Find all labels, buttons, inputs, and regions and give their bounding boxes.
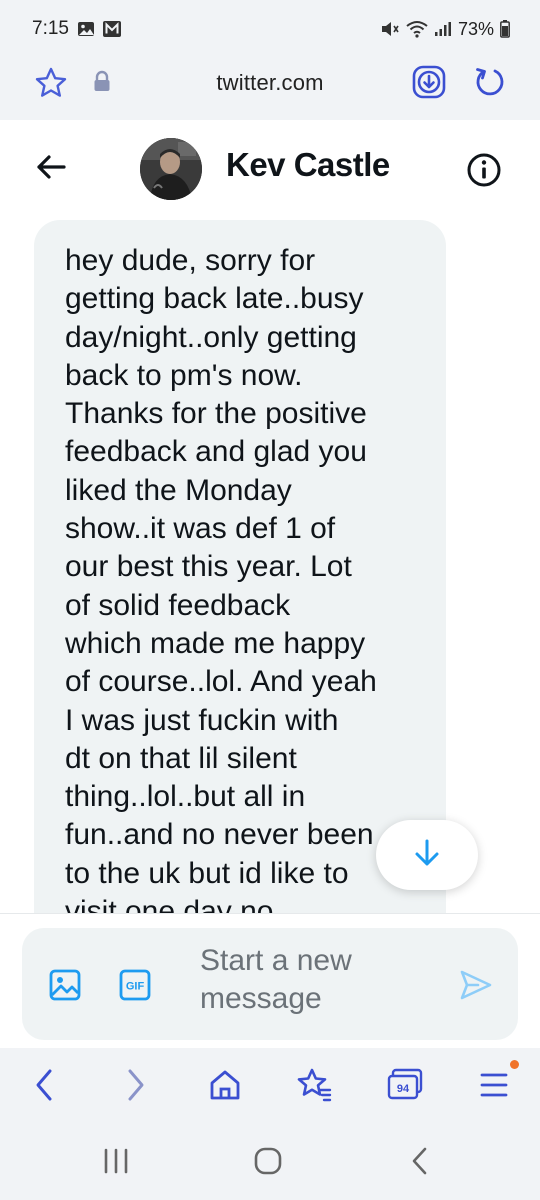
image-icon[interactable] bbox=[48, 968, 82, 1007]
gif-icon[interactable]: GIF bbox=[118, 968, 152, 1007]
download-icon[interactable] bbox=[412, 65, 446, 104]
status-left: 7:15 bbox=[32, 18, 121, 40]
back-icon[interactable] bbox=[30, 1066, 58, 1109]
notification-dot bbox=[510, 1060, 519, 1069]
recents-icon[interactable] bbox=[100, 1146, 132, 1181]
url-text[interactable]: twitter.com bbox=[0, 70, 540, 96]
status-time: 7:15 bbox=[32, 18, 69, 39]
conversation-name[interactable]: Kev Castle bbox=[226, 146, 402, 184]
menu-icon[interactable] bbox=[478, 1066, 510, 1109]
message-input[interactable]: Start a new message bbox=[200, 942, 420, 1018]
back-arrow-icon[interactable] bbox=[34, 150, 68, 189]
conversation-header: Kev Castle bbox=[0, 120, 540, 216]
composer-area: GIF Start a new message bbox=[0, 914, 540, 1048]
send-icon[interactable] bbox=[458, 968, 494, 1007]
signal-icon bbox=[434, 21, 452, 37]
home-circle-icon[interactable] bbox=[252, 1146, 284, 1181]
bookmark-star-icon[interactable] bbox=[296, 1066, 334, 1109]
tabs-icon[interactable]: 94 bbox=[386, 1066, 424, 1109]
avatar[interactable] bbox=[140, 138, 202, 200]
status-right: 73% bbox=[380, 19, 510, 40]
battery-percent: 73% bbox=[457, 18, 494, 39]
m-notification-icon bbox=[102, 21, 121, 37]
android-nav-bar bbox=[0, 1124, 540, 1200]
info-icon[interactable] bbox=[464, 150, 504, 195]
browser-url-bar: twitter.com bbox=[0, 58, 540, 120]
message-list[interactable]: hey dude, sorry for getting back late..b… bbox=[0, 216, 540, 914]
home-icon[interactable] bbox=[208, 1066, 242, 1109]
reload-icon[interactable] bbox=[472, 65, 506, 104]
browser-bottom-nav: 94 bbox=[0, 1048, 540, 1124]
forward-icon[interactable] bbox=[122, 1066, 150, 1109]
mute-icon bbox=[380, 20, 400, 38]
status-bar: 7:15 73% bbox=[0, 0, 540, 58]
arrow-down-icon bbox=[412, 838, 442, 873]
tab-count: 94 bbox=[397, 1083, 410, 1095]
gallery-icon bbox=[77, 21, 95, 37]
message-composer: GIF Start a new message bbox=[22, 928, 518, 1040]
wifi-icon bbox=[406, 20, 428, 38]
system-back-icon[interactable] bbox=[404, 1146, 436, 1181]
scroll-to-bottom-button[interactable] bbox=[376, 820, 478, 890]
battery-icon bbox=[500, 20, 510, 38]
message-bubble[interactable]: hey dude, sorry for getting back late..b… bbox=[34, 220, 446, 914]
gif-label: GIF bbox=[126, 981, 145, 993]
